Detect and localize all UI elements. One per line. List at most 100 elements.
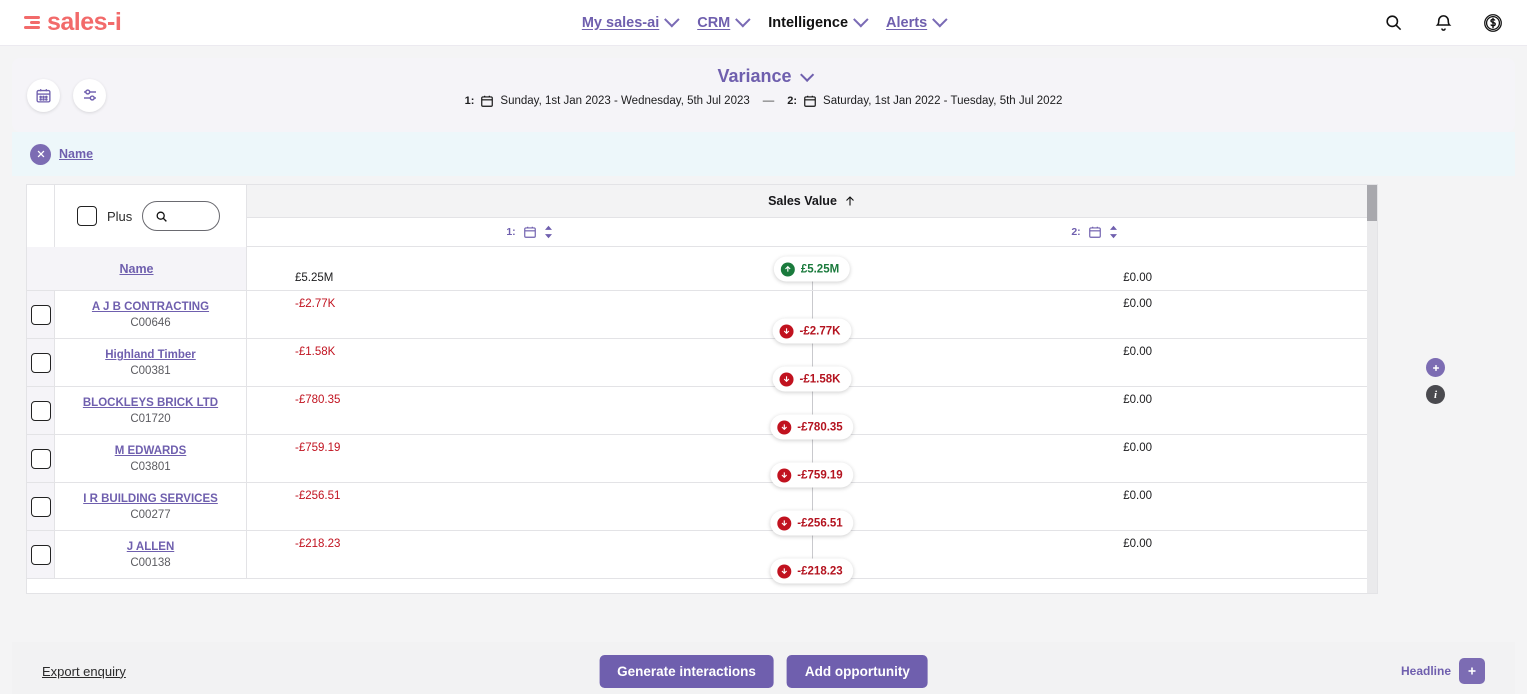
row-checkbox[interactable]	[31, 401, 51, 421]
totals-row: £5.25M £5.25M £0.00	[247, 247, 1377, 291]
metric-header[interactable]: Sales Value	[247, 185, 1377, 218]
bell-icon[interactable]	[1431, 11, 1455, 35]
total-period-2-value: £0.00	[812, 272, 1377, 290]
table-row-name-cell: A J B CONTRACTING C00646	[55, 291, 247, 339]
nav-link-label[interactable]: CRM	[697, 15, 730, 31]
select-all-checkbox[interactable]	[77, 206, 97, 226]
search-icon	[155, 210, 168, 223]
period-2-text: Saturday, 1st Jan 2022 - Tuesday, 5th Ju…	[823, 95, 1062, 107]
account-code: C00381	[130, 365, 170, 377]
add-widget-button[interactable]	[1426, 358, 1445, 377]
account-name-link[interactable]: Highland Timber	[105, 348, 196, 362]
nav-link-label[interactable]: Intelligence	[768, 15, 848, 31]
arrow-down-icon	[777, 420, 791, 434]
row-checkbox[interactable]	[31, 497, 51, 517]
table-vertical-scrollbar[interactable]	[1367, 185, 1377, 593]
nav-item-my-sales-ai[interactable]: My sales-ai	[574, 15, 685, 31]
report-board: Plus Sales Value 1:	[12, 176, 1515, 642]
report-subheader: Variance 1: Sunday, 1st Jan 2023 - Wedne…	[12, 58, 1515, 132]
calendar-icon	[480, 94, 494, 108]
date-range-display: 1: Sunday, 1st Jan 2023 - Wednesday, 5th…	[465, 94, 1063, 108]
nav-link-label[interactable]: Alerts	[886, 15, 927, 31]
brand-logo[interactable]: sales-i	[24, 8, 121, 37]
chevron-down-icon[interactable]	[735, 12, 751, 28]
sales-i-logo-icon	[24, 16, 40, 29]
nav-item-intelligence[interactable]: Intelligence	[760, 15, 874, 31]
row-checkbox[interactable]	[31, 449, 51, 469]
nav-right-icons	[1381, 11, 1505, 35]
table-row-checkbox-cell	[27, 291, 55, 339]
data-table-card: Plus Sales Value 1:	[26, 184, 1378, 594]
scrollbar-thumb[interactable]	[1367, 185, 1377, 221]
calendar-icon	[1088, 225, 1102, 239]
period-1-text: Sunday, 1st Jan 2023 - Wednesday, 5th Ju…	[500, 95, 749, 107]
page-title: Variance	[717, 66, 791, 87]
filter-chip-name[interactable]: Name	[30, 144, 93, 165]
row-variance-badge: -£256.51	[770, 511, 853, 536]
total-variance-badge: £5.25M	[774, 257, 850, 282]
table-row-name-cell: J ALLEN C00138	[55, 531, 247, 579]
generate-interactions-button[interactable]: Generate interactions	[599, 655, 774, 688]
sort-toggle-icon[interactable]	[1109, 225, 1118, 239]
info-icon[interactable]: i	[1426, 385, 1445, 404]
nav-item-crm[interactable]: CRM	[689, 15, 756, 31]
period-1-column-header[interactable]: 1:	[247, 218, 812, 246]
search-icon[interactable]	[1381, 11, 1405, 35]
sort-toggle-icon[interactable]	[544, 225, 553, 239]
chevron-down-icon[interactable]	[932, 12, 948, 28]
row-variance-badge: -£1.58K	[773, 367, 852, 392]
period-2-col-label: 2:	[1071, 226, 1080, 238]
account-name-link[interactable]: J ALLEN	[127, 540, 175, 554]
total-badge-value: £5.25M	[801, 263, 839, 275]
add-headline-button[interactable]	[1459, 658, 1485, 684]
nav-link-label[interactable]: My sales-ai	[582, 15, 659, 31]
account-name-link[interactable]: I R BUILDING SERVICES	[83, 492, 218, 506]
period-2-label: 2:	[787, 95, 797, 107]
floating-action-buttons: i	[1426, 358, 1445, 404]
table-row-values-cell: -£759.19 £0.00 -£759.19	[247, 435, 1377, 483]
name-header-link[interactable]: Name	[119, 262, 153, 276]
close-icon[interactable]	[30, 144, 51, 165]
table-row-checkbox-cell	[27, 387, 55, 435]
report-title-dropdown[interactable]: Variance	[717, 66, 809, 87]
chevron-down-icon[interactable]	[853, 12, 869, 28]
add-opportunity-button[interactable]: Add opportunity	[787, 655, 928, 688]
row-variance-badge: -£780.35	[770, 415, 853, 440]
row-variance-badge: -£218.23	[770, 559, 853, 584]
row-badge-value: -£218.23	[797, 565, 842, 577]
row-checkbox[interactable]	[31, 353, 51, 373]
row-checkbox[interactable]	[31, 545, 51, 565]
row-period-1-value: -£780.35	[247, 387, 812, 434]
period-1-range[interactable]: 1: Sunday, 1st Jan 2023 - Wednesday, 5th…	[465, 94, 750, 108]
account-code: C00138	[130, 557, 170, 569]
row-variance-badge: -£2.77K	[773, 319, 852, 344]
sort-ascending-icon[interactable]	[844, 194, 856, 208]
row-period-2-value: £0.00	[812, 483, 1377, 530]
filter-chip-label[interactable]: Name	[59, 147, 93, 161]
period-1-col-label: 1:	[506, 226, 515, 238]
name-column-header[interactable]: Name	[27, 247, 247, 291]
account-name-link[interactable]: A J B CONTRACTING	[92, 300, 209, 314]
nav-item-alerts[interactable]: Alerts	[878, 15, 953, 31]
chevron-down-icon[interactable]	[800, 67, 814, 81]
row-checkbox[interactable]	[31, 305, 51, 325]
period-2-range[interactable]: 2: Saturday, 1st Jan 2022 - Tuesday, 5th…	[787, 94, 1062, 108]
table-header-spacer	[27, 185, 55, 247]
row-period-2-value: £0.00	[812, 531, 1377, 578]
metric-header-label: Sales Value	[768, 194, 837, 208]
row-badge-value: -£1.58K	[800, 373, 841, 385]
account-name-link[interactable]: BLOCKLEYS BRICK LTD	[83, 396, 218, 410]
calendar-icon	[523, 225, 537, 239]
export-enquiry-link[interactable]: Export enquiry	[42, 664, 126, 679]
plus-label: Plus	[107, 209, 132, 224]
table-row-values-cell: -£256.51 £0.00 -£256.51	[247, 483, 1377, 531]
period-2-column-header[interactable]: 2:	[812, 218, 1377, 246]
chevron-down-icon[interactable]	[664, 12, 680, 28]
arrow-down-icon	[780, 324, 794, 338]
table-row-values-cell: -£1.58K £0.00 -£1.58K	[247, 339, 1377, 387]
search-input[interactable]	[142, 201, 220, 231]
account-name-link[interactable]: M EDWARDS	[115, 444, 187, 458]
currency-icon[interactable]	[1481, 11, 1505, 35]
row-period-2-value: £0.00	[812, 387, 1377, 434]
table-row-values-cell: -£2.77K £0.00 -£2.77K	[247, 291, 1377, 339]
